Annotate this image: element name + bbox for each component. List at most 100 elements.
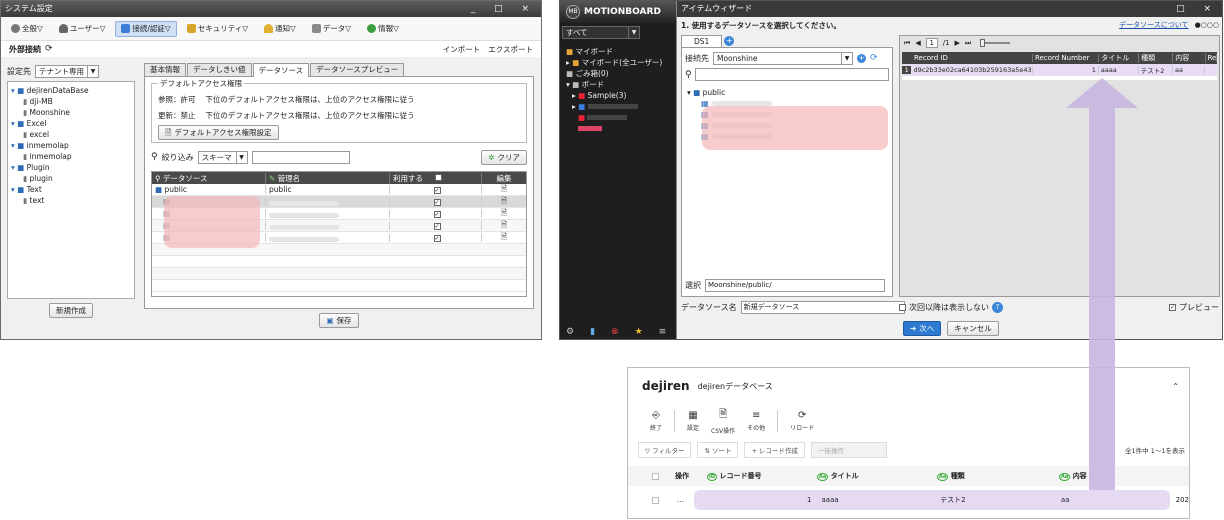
prev-page-icon[interactable]: ◀ <box>915 39 920 47</box>
tree-node[interactable]: ▾ ■ dejirenDataBase <box>11 85 131 96</box>
tab-info[interactable]: 情報▽ <box>361 21 405 37</box>
filter-button[interactable]: ▽ フィルター <box>638 442 692 458</box>
tree-node[interactable]: ▾ ■ Text <box>11 184 131 195</box>
table-row[interactable] <box>152 280 526 292</box>
use-checkbox[interactable]: ✓ <box>433 223 441 230</box>
sort-button[interactable]: ⇅ ソート <box>697 442 739 458</box>
target-select[interactable]: テナント専用 ▼ <box>35 64 99 78</box>
table-row[interactable]: ■ public public ✓ 🗎 <box>152 184 526 196</box>
filter-select[interactable]: スキーマ ▼ <box>197 150 248 164</box>
edit-icon[interactable]: 🗎 <box>501 208 507 217</box>
exit-tool[interactable]: ⎆ 終了 <box>650 410 662 432</box>
use-checkbox[interactable]: ✓ <box>433 199 441 206</box>
first-page-icon[interactable]: ⏮ <box>904 39 910 48</box>
list-icon[interactable]: ≡ <box>659 327 667 337</box>
refresh-icon[interactable]: ⟳ <box>45 44 53 54</box>
row-checkbox[interactable] <box>652 496 659 504</box>
next-button[interactable]: ➜ 次へ <box>903 321 942 336</box>
tab-threshold[interactable]: データしきい値 <box>187 63 252 76</box>
last-page-icon[interactable]: ⏭ <box>965 39 971 48</box>
edit-icon[interactable]: 🗎 <box>501 196 507 205</box>
tab-connection[interactable]: 接続/認証▽ <box>115 20 177 37</box>
mb-side-item[interactable]: ■ マイボード <box>566 46 670 57</box>
filter-input[interactable] <box>251 150 350 164</box>
edit-icon[interactable]: 🗎 <box>501 184 507 193</box>
help-icon[interactable]: ? <box>992 302 1003 313</box>
skip-checkbox[interactable] <box>899 304 906 311</box>
tab-data[interactable]: データ▽ <box>306 21 357 37</box>
cancel-button[interactable]: キャンセル <box>947 321 999 336</box>
access-settings-button[interactable]: 🗎 デフォルトアクセス権限設定 <box>158 125 279 140</box>
dsname-input[interactable]: 新規データソース <box>740 301 905 314</box>
page-input[interactable]: 1 <box>925 38 938 48</box>
window-controls[interactable]: □ × <box>1176 1 1219 17</box>
new-button[interactable]: 新規作成 <box>49 303 93 318</box>
mb-filter-select[interactable]: すべて ▼ <box>562 26 640 39</box>
tree-node[interactable]: ▮ excel <box>11 129 131 140</box>
tab-security[interactable]: セキュリティ▽ <box>181 21 254 37</box>
about-datasource-link[interactable]: データソースについて <box>1119 20 1188 30</box>
tree-node[interactable]: ▮ text <box>11 195 131 206</box>
tab-ds1[interactable]: DS1 <box>681 35 723 47</box>
edit-icon[interactable]: 🗎 <box>501 232 507 241</box>
refresh-icon[interactable]: ⟳ <box>870 53 878 63</box>
reload-tool[interactable]: ⟳ リロード <box>790 410 814 432</box>
zoom-slider[interactable] <box>980 39 1011 47</box>
tree-node[interactable]: ▮ Moonshine <box>11 107 131 118</box>
save-button[interactable]: ▣ 保存 <box>319 313 359 328</box>
gear-icon[interactable]: ⚙ <box>566 327 574 337</box>
mb-side-item[interactable]: ■ ごみ箱(0) <box>566 68 670 79</box>
window-controls[interactable]: _ □ × <box>471 1 537 17</box>
table-row[interactable] <box>152 256 526 268</box>
schema-node[interactable]: ▾ ■ public <box>687 87 889 98</box>
other-tool[interactable]: ≡ その他 <box>747 410 765 432</box>
next-page-icon[interactable]: ▶ <box>955 39 960 47</box>
export-link[interactable]: エクスポート <box>488 44 533 55</box>
close-icon[interactable]: ⊗ <box>611 327 619 337</box>
tab-preview[interactable]: データソースプレビュー <box>310 63 405 76</box>
tree-node[interactable]: ▮ dji-MB <box>11 96 131 107</box>
mb-side-item[interactable]: ▾ ■ ボード <box>566 79 670 90</box>
tab-users[interactable]: ユーザー▽ <box>53 21 112 37</box>
select-all-checkbox[interactable] <box>652 472 659 480</box>
tab-general[interactable]: 全般▽ <box>5 21 49 37</box>
use-checkbox[interactable]: ✓ <box>433 235 441 242</box>
schema-search-input[interactable] <box>694 68 889 81</box>
tab-notify[interactable]: 通知▽ <box>258 21 302 37</box>
row-actions[interactable]: … <box>677 496 703 504</box>
use-all-checkbox[interactable] <box>435 173 443 181</box>
grid-cell: d9c2b33e02ca64103b259163a5e432f7a <box>913 66 1033 74</box>
selection-input[interactable]: Moonshine/public/ <box>705 279 885 292</box>
grid-row[interactable]: 1d9c2b33e02ca64103b259163a5e432f7a1aaaaテ… <box>902 64 1217 76</box>
gear-icon <box>11 24 20 33</box>
add-conn-icon[interactable]: + <box>857 53 866 63</box>
mb-side-item[interactable]: ▸ ■ Sample(3) <box>566 90 670 101</box>
use-checkbox[interactable]: ✓ <box>433 187 441 194</box>
dejiren-logo: dejiren <box>642 379 690 393</box>
conn-select[interactable]: Moonshine ▼ <box>713 51 853 65</box>
table-row[interactable] <box>152 268 526 280</box>
tree-node[interactable]: ▾ ■ inmemolap <box>11 140 131 151</box>
mb-side-blurred: ▸ ■ <box>566 101 670 112</box>
tab-basic[interactable]: 基本情報 <box>144 63 186 76</box>
tree-node[interactable]: ▮ plugin <box>11 173 131 184</box>
use-checkbox[interactable]: ✓ <box>433 211 441 218</box>
create-record-button[interactable]: + レコード作成 <box>744 442 805 458</box>
bulk-button[interactable]: 一括操作 <box>810 442 887 458</box>
import-link[interactable]: インポート <box>443 44 481 55</box>
csv-tool[interactable]: 🗎 CSV操作 <box>711 407 735 435</box>
section-header: 外部接続 ⟳ インポート エクスポート <box>1 41 541 57</box>
tree-node[interactable]: ▮ inmemolap <box>11 151 131 162</box>
settings-tool[interactable]: ▦ 設定 <box>687 410 699 432</box>
tab-datasource[interactable]: データソース <box>252 62 310 77</box>
edit-icon[interactable]: 🗎 <box>501 220 507 229</box>
star-icon[interactable]: ★ <box>635 327 643 337</box>
mb-side-item[interactable]: ▸ ■ マイボード(全ユーザー) <box>566 57 670 68</box>
preview-checkbox[interactable]: ✓ <box>1169 304 1176 311</box>
tree-node[interactable]: ▾ ■ Plugin <box>11 162 131 173</box>
add-tab-icon[interactable]: + <box>724 36 735 46</box>
collapse-icon[interactable]: ⌃ <box>1172 382 1179 391</box>
trash-icon[interactable]: ▮ <box>590 327 595 337</box>
tree-node[interactable]: ▾ ■ Excel <box>11 118 131 129</box>
clear-button[interactable]: ✲ クリア <box>481 149 527 165</box>
